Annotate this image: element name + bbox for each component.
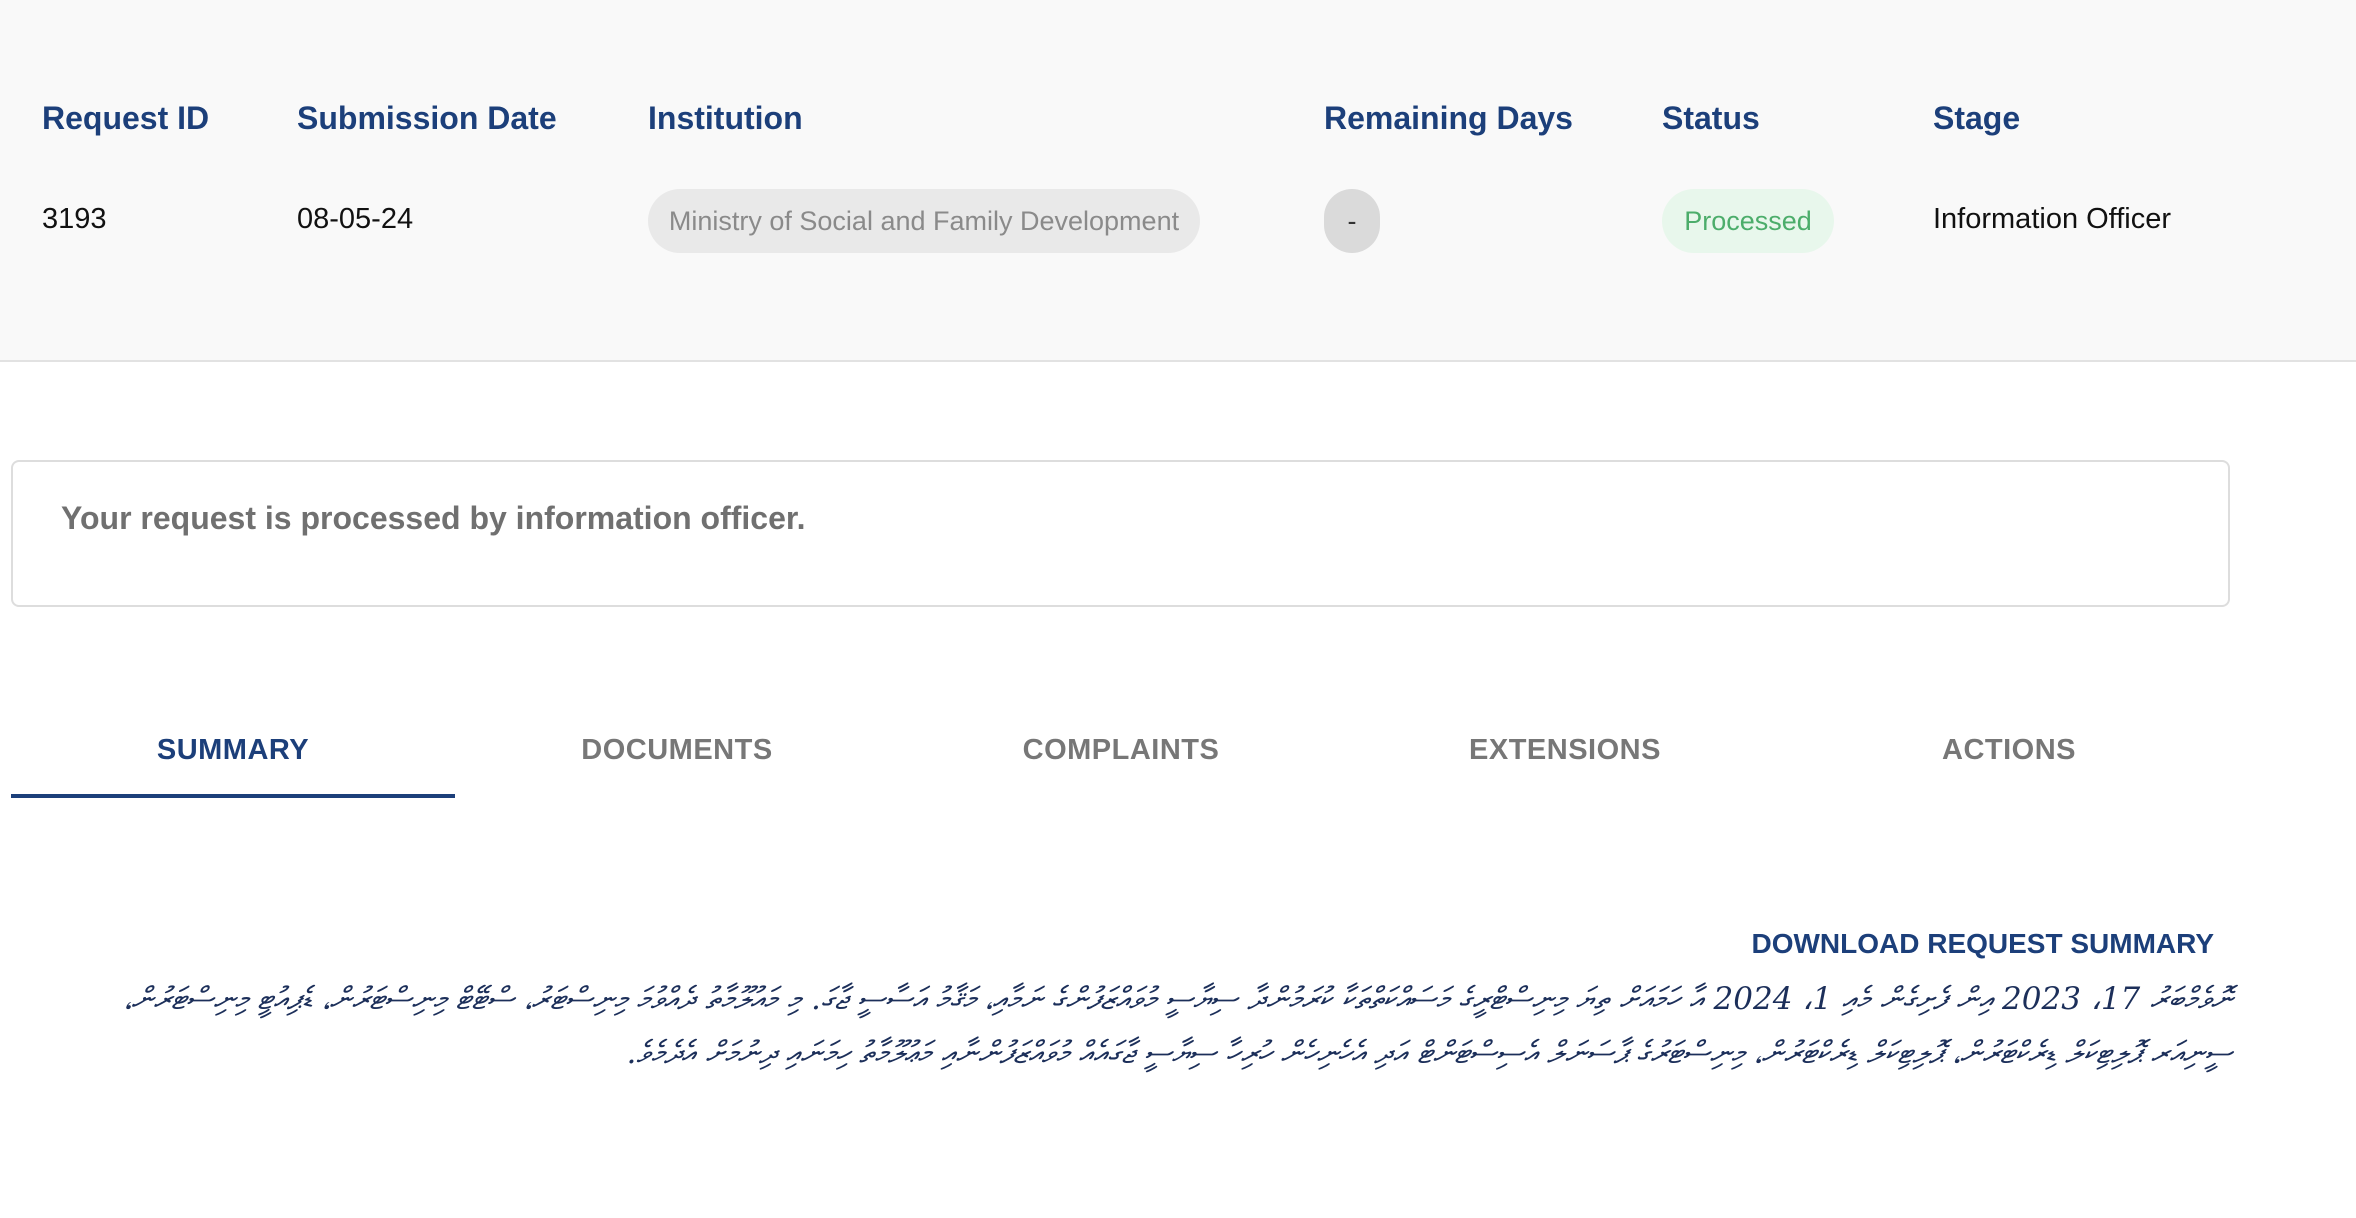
status-message-text: Your request is processed by information…	[61, 500, 806, 536]
header-request-id: Request ID	[42, 100, 210, 136]
stage-value: Information Officer	[1933, 203, 2172, 235]
request-details-panel: Request ID Submission Date Institution R…	[0, 0, 2356, 362]
tab-actions[interactable]: ACTIONS	[1787, 700, 2231, 800]
header-submission-date: Submission Date	[297, 100, 557, 136]
header-remaining-days: Remaining Days	[1324, 100, 1573, 136]
status-message-box: Your request is processed by information…	[11, 460, 2230, 607]
status-badge: Processed	[1662, 189, 1834, 253]
header-stage: Stage	[1933, 100, 2021, 136]
header-institution: Institution	[648, 100, 803, 136]
submission-date-value: 08-05-24	[297, 203, 414, 235]
header-status: Status	[1662, 100, 1760, 136]
tab-complaints[interactable]: COMPLAINTS	[899, 700, 1343, 800]
request-summary-text: ނޮވެމްބަރު 17، 2023 އިން ފެށިގެން މެއި 1…	[123, 981, 2232, 1071]
download-request-summary-link[interactable]: DOWNLOAD REQUEST SUMMARY	[1751, 928, 2214, 960]
request-tabs: SUMMARY DOCUMENTS COMPLAINTS EXTENSIONS …	[11, 700, 2231, 800]
tab-summary[interactable]: SUMMARY	[11, 700, 455, 800]
tab-extensions[interactable]: EXTENSIONS	[1343, 700, 1787, 800]
active-tab-indicator	[11, 794, 455, 798]
remaining-days-badge: -	[1324, 189, 1380, 253]
request-id-value: 3193	[42, 203, 107, 235]
tab-documents[interactable]: DOCUMENTS	[455, 700, 899, 800]
institution-badge: Ministry of Social and Family Developmen…	[648, 189, 1200, 253]
